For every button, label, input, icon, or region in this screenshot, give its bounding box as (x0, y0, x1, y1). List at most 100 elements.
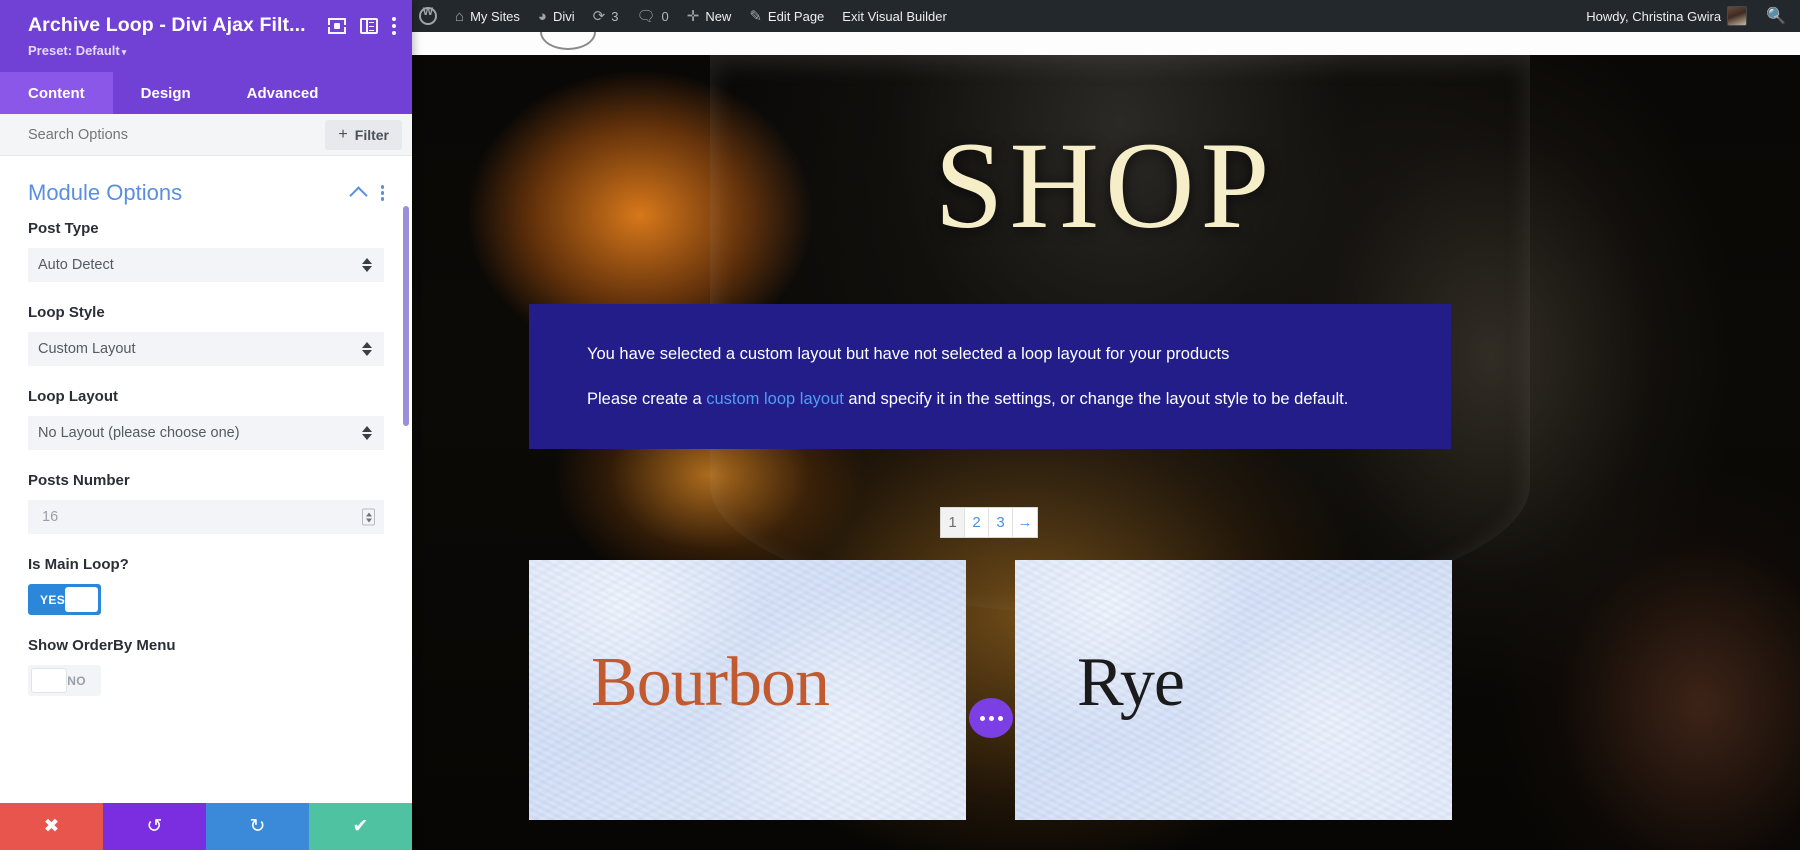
cancel-button[interactable]: ✖ (0, 803, 103, 850)
custom-loop-layout-link[interactable]: custom loop layout (706, 390, 844, 408)
adminbar-updates-count: 3 (611, 8, 619, 24)
panel-more-options-icon[interactable] (392, 16, 396, 35)
wp-admin-bar: ⌂ My Sites ◕ Divi ⟳ 3 🗨 0 ✛ New ✎ Edit P… (410, 0, 1800, 32)
save-button[interactable]: ✔ (309, 803, 412, 850)
pagination-page-1[interactable]: 1 (941, 508, 965, 537)
chevron-up-icon[interactable] (348, 185, 368, 205)
field-label: Loop Layout (28, 388, 118, 405)
undo-button[interactable]: ↺ (103, 803, 206, 850)
product-card-title: Rye (1077, 644, 1185, 721)
wordpress-icon (419, 6, 437, 25)
adminbar-item-my-sites[interactable]: ⌂ My Sites (446, 0, 529, 32)
filter-button-label: Filter (354, 126, 389, 143)
chevron-updown-icon (362, 258, 372, 272)
panel-action-bar: ✖ ↺ ↻ ✔ (0, 803, 412, 850)
pagination-page-3[interactable]: 3 (989, 508, 1013, 537)
panel-preset-label: Preset: Default (28, 43, 120, 58)
dashboard-icon: ◕ (537, 7, 547, 25)
panel-preset-selector[interactable]: Preset: Default ▾ (28, 43, 396, 58)
adminbar-label-edit-page: Edit Page (767, 8, 825, 24)
field-loop-layout: Loop Layout No Layout (please choose one… (28, 388, 384, 450)
adminbar-item-edit-page[interactable]: ✎ Edit Page (740, 0, 833, 32)
panel-tabs: Content Design Advanced (0, 72, 412, 114)
panel-scrollbar[interactable] (403, 206, 409, 426)
redo-icon: ↻ (249, 816, 266, 837)
adminbar-label-new: New (705, 8, 732, 24)
notice-line-2: Please create a custom loop layout and s… (587, 387, 1393, 412)
field-is-main-loop: Is Main Loop? YES (28, 556, 384, 615)
field-label: Loop Style (28, 304, 105, 321)
field-posts-number: Posts Number 16 (28, 472, 384, 534)
loop-layout-notice: You have selected a custom layout but ha… (529, 304, 1451, 449)
section-title: Module Options (28, 180, 183, 205)
site-logo-icon (540, 32, 596, 50)
loop-layout-select[interactable]: No Layout (please choose one) (28, 416, 384, 450)
visual-builder-canvas: SHOP You have selected a custom layout b… (410, 32, 1800, 850)
input-value: 16 (42, 509, 59, 525)
adminbar-item-howdy[interactable]: Howdy, Christina Gwira (1577, 0, 1756, 32)
adminbar-item-wp-logo[interactable] (410, 0, 446, 32)
page-title: SHOP (934, 117, 1276, 254)
loop-style-select[interactable]: Custom Layout (28, 332, 384, 366)
adminbar-item-updates[interactable]: ⟳ 3 (584, 0, 628, 32)
adminbar-howdy-label: Howdy, Christina Gwira (1586, 8, 1722, 24)
chevron-down-icon: ▾ (121, 47, 127, 57)
tab-content[interactable]: Content (0, 72, 113, 114)
toggle-label: NO (67, 673, 86, 688)
section-more-options-icon[interactable] (380, 185, 384, 201)
select-value: Auto Detect (38, 257, 114, 273)
select-value: No Layout (please choose one) (38, 425, 240, 441)
adminbar-item-divi[interactable]: ◕ Divi (529, 0, 584, 32)
sites-icon: ⌂ (455, 7, 465, 25)
pagination[interactable]: 1 2 3 → (940, 507, 1038, 538)
notice-line-2-before: Please create a (587, 389, 707, 408)
toggle-knob (65, 587, 98, 612)
adminbar-item-exit-visual-builder[interactable]: Exit Visual Builder (833, 0, 956, 32)
tab-design[interactable]: Design (112, 72, 219, 114)
product-card-rye[interactable]: Rye (1015, 560, 1452, 820)
avatar (1727, 6, 1748, 26)
chevron-updown-icon (362, 342, 372, 356)
panel-layout-icon[interactable] (360, 17, 378, 34)
tab-advanced[interactable]: Advanced (218, 72, 347, 114)
show-orderby-menu-toggle[interactable]: NO (28, 665, 101, 696)
focus-mode-icon[interactable] (328, 17, 346, 34)
redo-button[interactable]: ↻ (206, 803, 309, 850)
search-input[interactable] (28, 126, 326, 143)
plus-icon: + (338, 125, 348, 143)
comment-icon: 🗨 (636, 7, 656, 25)
panel-search-row: + Filter (0, 114, 412, 156)
filter-button[interactable]: + Filter (325, 119, 402, 150)
product-card-bourbon[interactable]: Bourbon (529, 560, 966, 820)
adminbar-label-my-sites: My Sites (470, 8, 520, 24)
quantity-stepper[interactable] (362, 508, 375, 526)
ellipsis-icon[interactable] (969, 698, 1013, 738)
pagination-next[interactable]: → (1013, 508, 1037, 537)
panel-title-row: Archive Loop - Divi Ajax Filt... (28, 14, 396, 37)
select-value: Custom Layout (38, 341, 136, 357)
panel-body: Module Options Post Type Auto Detect Loo… (0, 156, 412, 803)
pagination-page-2[interactable]: 2 (965, 508, 989, 537)
field-label: Posts Number (28, 472, 130, 489)
adminbar-item-comments[interactable]: 🗨 0 (627, 0, 677, 32)
posts-number-input[interactable]: 16 (28, 500, 384, 534)
notice-line-2-after: and specify it in the settings, or chang… (843, 389, 1349, 408)
module-options-section-header[interactable]: Module Options (28, 156, 384, 220)
panel-title: Archive Loop - Divi Ajax Filt... (28, 14, 306, 36)
chevron-updown-icon (362, 426, 372, 440)
dot (997, 715, 1003, 721)
adminbar-label-exit-visual-builder: Exit Visual Builder (842, 8, 947, 24)
adminbar-item-new[interactable]: ✛ New (678, 0, 741, 32)
field-label: Post Type (28, 220, 99, 237)
field-loop-style: Loop Style Custom Layout (28, 304, 384, 366)
field-show-orderby-menu: Show OrderBy Menu NO (28, 637, 384, 696)
divi-module-settings-panel: Archive Loop - Divi Ajax Filt... Preset:… (0, 0, 412, 850)
post-type-select[interactable]: Auto Detect (28, 248, 384, 282)
pencil-icon: ✎ (749, 7, 762, 25)
is-main-loop-toggle[interactable]: YES (28, 584, 101, 615)
undo-icon: ↺ (146, 816, 163, 837)
site-header-strip (410, 32, 1800, 55)
search-icon[interactable]: 🔍 (1756, 6, 1800, 26)
toggle-knob (31, 668, 68, 693)
product-card-title: Bourbon (591, 644, 830, 721)
